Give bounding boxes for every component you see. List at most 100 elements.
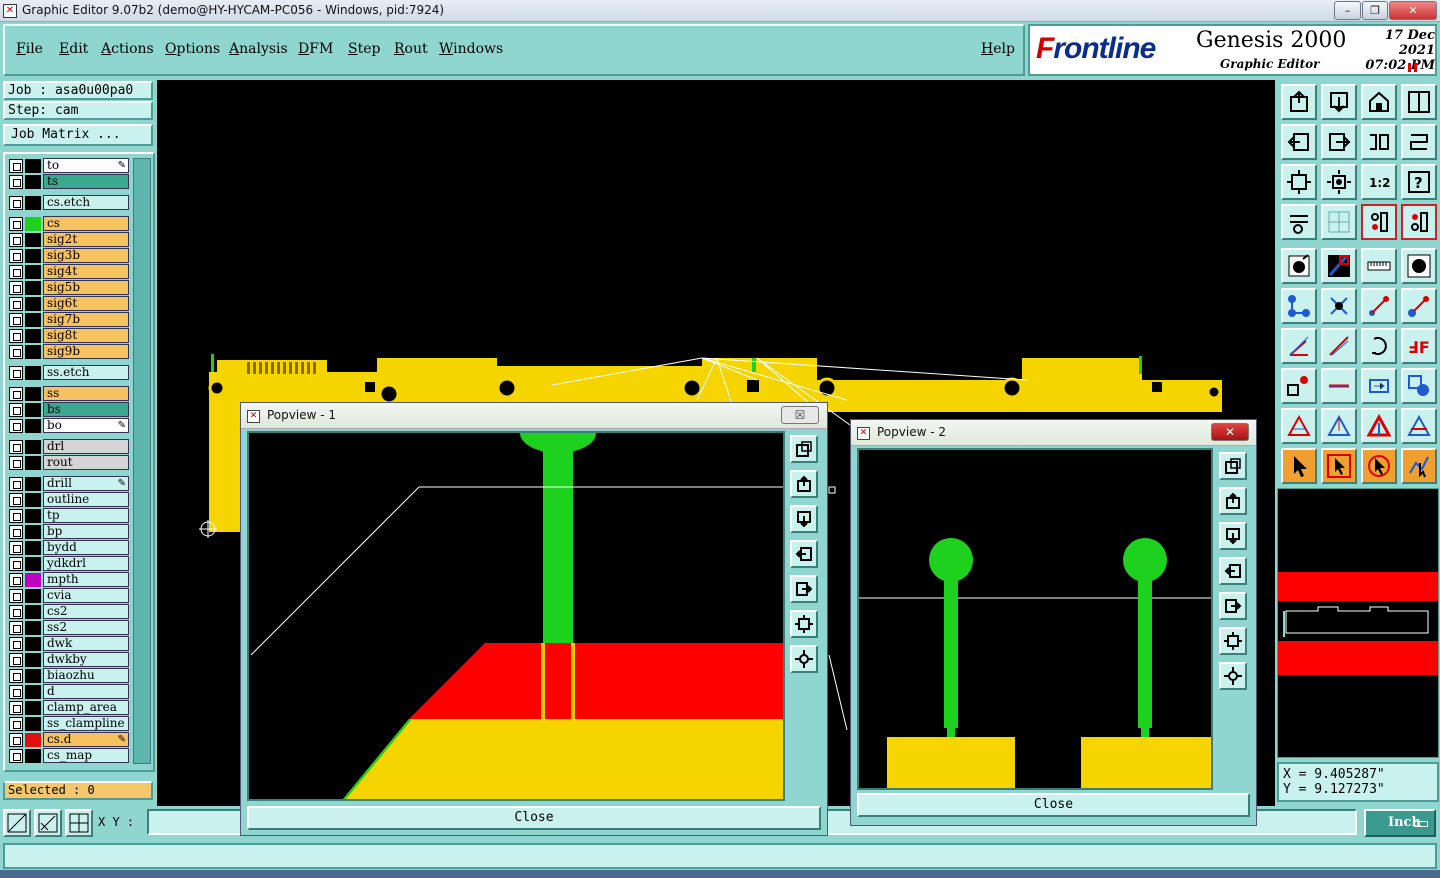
layer-row-biaozhu[interactable]: biaozhu [9, 668, 129, 683]
layer-row-tp[interactable]: tp [9, 508, 129, 523]
layer-color-swatch[interactable] [25, 493, 41, 507]
layer-name[interactable]: ss_clampline [43, 716, 129, 731]
scale-1-2-button[interactable]: 1:2 [1361, 164, 1397, 200]
layer-color-swatch[interactable] [25, 605, 41, 619]
layer-color-swatch[interactable] [25, 541, 41, 555]
shapes-button[interactable] [1401, 368, 1437, 404]
maximize-button[interactable]: ❐ [1362, 1, 1388, 20]
layer-name[interactable]: clamp_area [43, 700, 129, 715]
layer-name[interactable]: drill ✎ [43, 476, 129, 491]
job-matrix-button[interactable]: Job Matrix ... [3, 124, 153, 146]
layer-row-cs[interactable]: cs [9, 216, 129, 231]
popview-1-pan-left-button[interactable] [790, 540, 818, 568]
layer-checkbox[interactable] [9, 669, 23, 683]
layer-row-rout[interactable]: rout [9, 455, 129, 470]
layer-color-swatch[interactable] [25, 281, 41, 295]
layer-name[interactable]: ss [43, 386, 129, 401]
layer-row-sig4t[interactable]: sig4t [9, 264, 129, 279]
menu-actions[interactable]: Actions [101, 41, 154, 57]
pointer-button[interactable] [1281, 448, 1317, 484]
pointer-path-button[interactable] [1401, 448, 1437, 484]
popview-1-zoom-window-button[interactable] [790, 435, 818, 463]
menu-windows[interactable]: Windows [439, 41, 503, 57]
layer-checkbox[interactable] [9, 493, 23, 507]
grid-mode-button[interactable] [65, 809, 93, 837]
connect-nodes-button[interactable] [1281, 288, 1317, 324]
ruler-button[interactable] [1361, 248, 1397, 284]
layer-color-swatch[interactable] [25, 573, 41, 587]
angle-line-button[interactable] [1281, 328, 1317, 364]
menu-help[interactable]: Help [981, 41, 1015, 57]
popview-2-close-icon[interactable]: ✕ [1211, 423, 1249, 441]
layer-color-swatch[interactable] [25, 637, 41, 651]
layer-checkbox[interactable] [9, 733, 23, 747]
fit-center-button[interactable] [1321, 164, 1357, 200]
popview-1-center-button[interactable] [790, 645, 818, 673]
layer-color-swatch[interactable] [25, 233, 41, 247]
layer-name[interactable]: mpth [43, 572, 129, 587]
layer-row-sig7b[interactable]: sig7b [9, 312, 129, 327]
layer-color-swatch[interactable] [25, 345, 41, 359]
layer-row-drill[interactable]: drill ✎ [9, 476, 129, 491]
settings-button[interactable] [1281, 204, 1317, 240]
layer-checkbox[interactable] [9, 557, 23, 571]
layer-name[interactable]: dwk [43, 636, 129, 651]
layer-checkbox[interactable] [9, 701, 23, 715]
layer-checkbox[interactable] [9, 717, 23, 731]
menu-edit[interactable]: Edit [59, 41, 88, 57]
popview-2-close-button[interactable]: Close [857, 793, 1250, 817]
home-up-button[interactable] [1281, 84, 1317, 120]
layer-name[interactable]: sig5b [43, 280, 129, 295]
layer-color-swatch[interactable] [25, 477, 41, 491]
layer-name[interactable]: cs2 [43, 604, 129, 619]
layer-row-sig5b[interactable]: sig5b [9, 280, 129, 295]
layer-name[interactable]: to ✎ [43, 158, 129, 173]
mirror-button[interactable] [1361, 124, 1397, 160]
layer-row-cvia[interactable]: cvia [9, 588, 129, 603]
layer-name[interactable]: tp [43, 508, 129, 523]
layer-checkbox[interactable] [9, 159, 23, 173]
layer-name[interactable]: rout [43, 455, 129, 470]
close-window-button[interactable]: ✕ [1389, 1, 1437, 20]
layer-checkbox[interactable] [9, 589, 23, 603]
layer-row-ydkdrl[interactable]: ydkdrl [9, 556, 129, 571]
popview-2-center-button[interactable] [1219, 662, 1247, 690]
pointer-lasso-button[interactable] [1361, 448, 1397, 484]
layer-color-swatch[interactable] [25, 440, 41, 454]
layer-color-swatch[interactable] [25, 403, 41, 417]
layer-color-swatch[interactable] [25, 509, 41, 523]
menu-options[interactable]: Options [165, 41, 220, 57]
minimize-button[interactable]: – [1334, 1, 1361, 20]
node-link-button[interactable] [1361, 288, 1397, 324]
help-query-button[interactable]: ? [1401, 164, 1437, 200]
layer-name[interactable]: bp [43, 524, 129, 539]
layer-name[interactable]: dwkby [43, 652, 129, 667]
pad-add-button[interactable] [1281, 248, 1317, 284]
popview-1-pan-down-button[interactable] [790, 505, 818, 533]
layer-name[interactable]: cs.etch [43, 195, 129, 210]
circle-pad-button[interactable] [1401, 248, 1437, 284]
layer-checkbox[interactable] [9, 685, 23, 699]
layer-checkbox[interactable] [9, 541, 23, 555]
layer-row-ss2[interactable]: ss2 [9, 620, 129, 635]
pad-select-button[interactable] [1281, 368, 1317, 404]
flip-text-button[interactable]: ℲF [1401, 328, 1437, 364]
popview-1-close-button[interactable]: Close [247, 806, 821, 830]
layer-color-swatch[interactable] [25, 557, 41, 571]
menu-step[interactable]: Step [348, 41, 380, 57]
layer-checkbox[interactable] [9, 297, 23, 311]
layer-checkbox[interactable] [9, 621, 23, 635]
layer-checkbox[interactable] [9, 233, 23, 247]
layer-checkbox[interactable] [9, 749, 23, 763]
layer-checkbox[interactable] [9, 477, 23, 491]
snap-mode-button[interactable] [3, 809, 31, 837]
layer-row-sig6t[interactable]: sig6t [9, 296, 129, 311]
layer-row-bo[interactable]: bo ✎ [9, 418, 129, 433]
layer-row-to[interactable]: to ✎ [9, 158, 129, 173]
layer-color-swatch[interactable] [25, 456, 41, 470]
layer-row-bs[interactable]: bs [9, 402, 129, 417]
layer-row-ss-clampline[interactable]: ss_clampline [9, 716, 129, 731]
layer-name[interactable]: ydkdrl [43, 556, 129, 571]
overview-minimap[interactable] [1277, 488, 1439, 758]
layer-row-dwk[interactable]: dwk [9, 636, 129, 651]
